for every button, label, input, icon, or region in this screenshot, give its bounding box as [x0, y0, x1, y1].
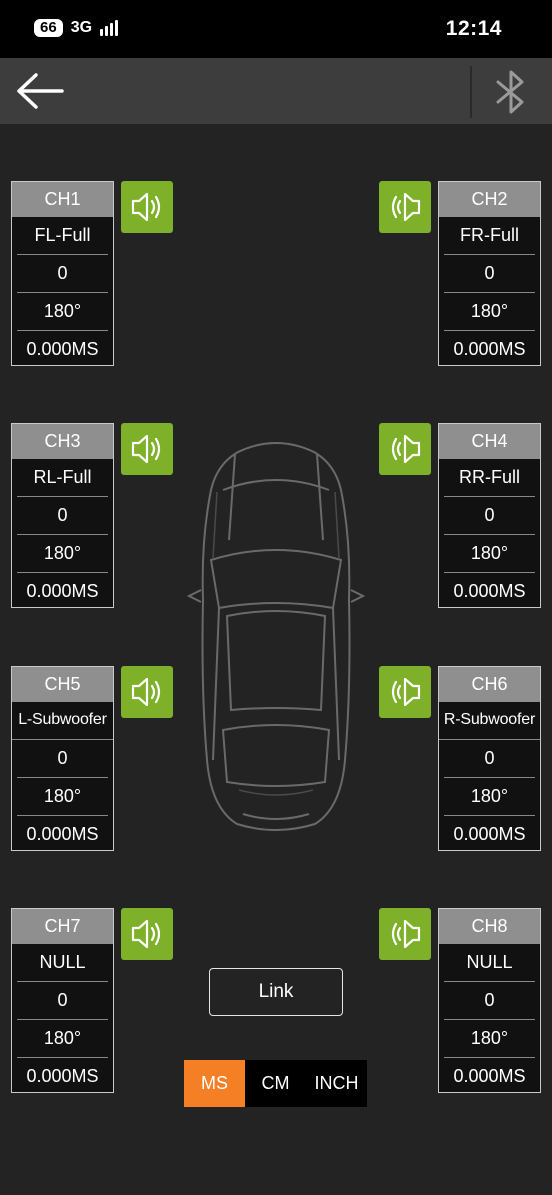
speaker-right-icon	[131, 192, 161, 222]
speaker-button-ch2[interactable]	[379, 181, 431, 233]
status-time: 12:14	[445, 17, 502, 40]
network-type: 3G	[70, 19, 93, 36]
speaker-button-ch4[interactable]	[379, 423, 431, 475]
channel-label[interactable]: L-Subwoofer	[12, 702, 113, 740]
channel-delay[interactable]: 0.000MS	[444, 1058, 535, 1095]
channel-gain[interactable]: 0	[444, 255, 535, 293]
channel-name: CH1	[12, 182, 113, 217]
channel-name: CH6	[439, 667, 540, 702]
unit-option-cm[interactable]: CM	[245, 1060, 306, 1107]
battery-indicator: 66	[34, 19, 63, 37]
channel-label[interactable]: RL-Full	[17, 459, 108, 497]
channel-card-ch3[interactable]: CH3 RL-Full 0 180° 0.000MS	[11, 423, 114, 608]
speaker-right-icon	[131, 919, 161, 949]
channel-name: CH2	[439, 182, 540, 217]
channel-card-ch1[interactable]: CH1 FL-Full 0 180° 0.000MS	[11, 181, 114, 366]
channel-label[interactable]: RR-Full	[444, 459, 535, 497]
channel-card-ch5[interactable]: CH5 L-Subwoofer 0 180° 0.000MS	[11, 666, 114, 851]
arrow-left-icon	[17, 73, 64, 109]
channel-phase[interactable]: 180°	[444, 1020, 535, 1058]
channel-label[interactable]: FR-Full	[444, 217, 535, 255]
speaker-button-ch7[interactable]	[121, 908, 173, 960]
speaker-right-icon	[131, 677, 161, 707]
channel-gain[interactable]: 0	[17, 497, 108, 535]
channel-phase[interactable]: 180°	[444, 778, 535, 816]
speaker-left-icon	[391, 192, 421, 222]
channel-delay[interactable]: 0.000MS	[17, 573, 108, 610]
speaker-button-ch1[interactable]	[121, 181, 173, 233]
channel-phase[interactable]: 180°	[444, 293, 535, 331]
channel-card-ch4[interactable]: CH4 RR-Full 0 180° 0.000MS	[438, 423, 541, 608]
speaker-button-ch3[interactable]	[121, 423, 173, 475]
channel-phase[interactable]: 180°	[17, 535, 108, 573]
speaker-button-ch8[interactable]	[379, 908, 431, 960]
channel-gain[interactable]: 0	[444, 740, 535, 778]
channel-name: CH5	[12, 667, 113, 702]
bluetooth-icon	[496, 70, 524, 114]
channel-gain[interactable]: 0	[444, 982, 535, 1020]
channel-delay[interactable]: 0.000MS	[444, 331, 535, 368]
speaker-right-icon	[131, 434, 161, 464]
channel-gain[interactable]: 0	[444, 497, 535, 535]
channel-label[interactable]: R-Subwoofer	[439, 702, 540, 740]
speaker-button-ch6[interactable]	[379, 666, 431, 718]
channel-card-ch7[interactable]: CH7 NULL 0 180° 0.000MS	[11, 908, 114, 1093]
channel-name: CH7	[12, 909, 113, 944]
unit-selector: MS CM INCH	[184, 1060, 367, 1107]
signal-icon	[100, 20, 119, 36]
speaker-button-ch5[interactable]	[121, 666, 173, 718]
channel-phase[interactable]: 180°	[17, 293, 108, 331]
channel-gain[interactable]: 0	[17, 255, 108, 293]
unit-option-ms[interactable]: MS	[184, 1060, 245, 1107]
channel-phase[interactable]: 180°	[444, 535, 535, 573]
speaker-left-icon	[391, 434, 421, 464]
status-bar: 66 3G 12:14	[0, 0, 552, 58]
channel-name: CH4	[439, 424, 540, 459]
top-nav-bar	[0, 58, 552, 124]
bluetooth-button[interactable]	[490, 68, 534, 116]
channel-phase[interactable]: 180°	[17, 1020, 108, 1058]
channel-label[interactable]: FL-Full	[17, 217, 108, 255]
channel-delay[interactable]: 0.000MS	[444, 573, 535, 610]
channel-label[interactable]: NULL	[17, 944, 108, 982]
channel-gain[interactable]: 0	[17, 982, 108, 1020]
channel-card-ch2[interactable]: CH2 FR-Full 0 180° 0.000MS	[438, 181, 541, 366]
channel-delay[interactable]: 0.000MS	[17, 331, 108, 368]
channel-name: CH3	[12, 424, 113, 459]
channel-card-ch8[interactable]: CH8 NULL 0 180° 0.000MS	[438, 908, 541, 1093]
link-button[interactable]: Link	[209, 968, 343, 1016]
channel-delay[interactable]: 0.000MS	[17, 816, 108, 853]
channel-delay[interactable]: 0.000MS	[444, 816, 535, 853]
channel-card-ch6[interactable]: CH6 R-Subwoofer 0 180° 0.000MS	[438, 666, 541, 851]
channel-delay[interactable]: 0.000MS	[17, 1058, 108, 1095]
speaker-left-icon	[391, 919, 421, 949]
channel-label[interactable]: NULL	[444, 944, 535, 982]
nav-divider	[470, 66, 472, 118]
channel-phase[interactable]: 180°	[17, 778, 108, 816]
car-top-view-image	[186, 442, 366, 831]
back-button[interactable]	[14, 70, 66, 112]
channel-gain[interactable]: 0	[17, 740, 108, 778]
channel-name: CH8	[439, 909, 540, 944]
speaker-left-icon	[391, 677, 421, 707]
unit-option-inch[interactable]: INCH	[306, 1060, 367, 1107]
